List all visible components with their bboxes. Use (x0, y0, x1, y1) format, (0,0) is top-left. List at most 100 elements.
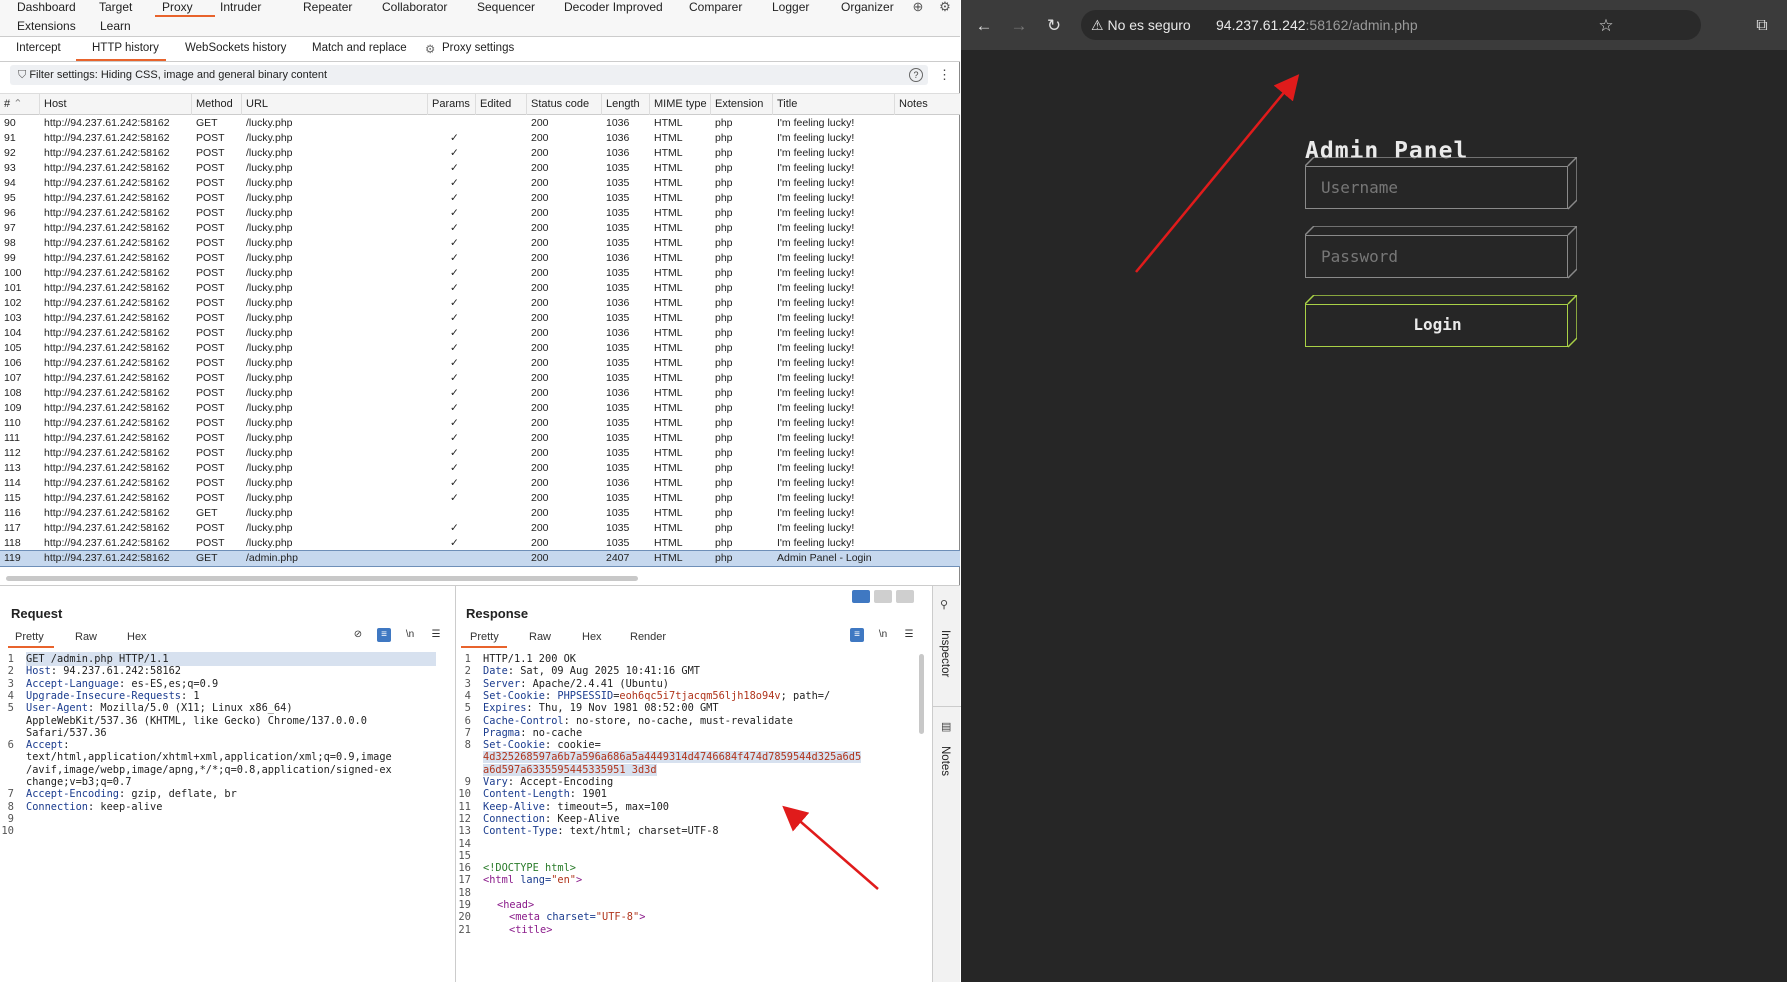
tab-dashboard[interactable]: Dashboard (17, 0, 76, 14)
tab-organizer[interactable]: Organizer (841, 0, 894, 14)
tab-intercept[interactable]: Intercept (16, 42, 61, 54)
table-row[interactable]: 94 http://94.237.61.242:58162 POST/lucky.p… (0, 176, 960, 191)
newline-toggle-icon[interactable]: \n (876, 628, 890, 642)
table-row[interactable]: 90 http://94.237.61.242:58162 GET/lucky.ph… (0, 116, 960, 131)
table-row[interactable]: 109 http://94.237.61.242:58162 POST/lucky.… (0, 401, 960, 416)
col-title[interactable]: Title (773, 94, 895, 115)
table-row[interactable]: 115 http://94.237.61.242:58162 POST/lucky.… (0, 491, 960, 506)
tab-logger[interactable]: Logger (772, 0, 809, 14)
table-row[interactable]: 95 http://94.237.61.242:58162 POST/lucky.p… (0, 191, 960, 206)
response-tab-hex[interactable]: Hex (582, 631, 602, 643)
request-editor[interactable]: 1 GET /admin.php HTTP/1.1 2 Host: 94.237.61… (0, 652, 456, 974)
col-notes[interactable]: Notes (895, 94, 960, 115)
tab-proxy[interactable]: Proxy (162, 0, 193, 14)
gear-icon[interactable]: ⚙ (937, 0, 953, 14)
menu-icon[interactable]: ☰ (902, 628, 916, 642)
tab-target[interactable]: Target (99, 0, 132, 14)
inspector-icon[interactable]: ⚲ (940, 598, 948, 611)
col-url[interactable]: URL (242, 94, 428, 115)
table-row[interactable]: 101 http://94.237.61.242:58162 POST/lucky.… (0, 281, 960, 296)
wrap-lines-icon[interactable]: ≡ (850, 628, 864, 642)
table-row[interactable]: 98 http://94.237.61.242:58162 POST/lucky.p… (0, 236, 960, 251)
table-row[interactable]: 102 http://94.237.61.242:58162 POST/lucky.… (0, 296, 960, 311)
inspector-tab[interactable]: Inspector (939, 630, 951, 677)
table-row[interactable]: 97 http://94.237.61.242:58162 POST/lucky.p… (0, 221, 960, 236)
col-number[interactable]: # ⌃ (0, 94, 40, 115)
response-tab-render[interactable]: Render (630, 631, 666, 643)
tab-collaborator[interactable]: Collaborator (382, 0, 447, 14)
table-row[interactable]: 117 http://94.237.61.242:58162 POST/lucky.… (0, 521, 960, 536)
table-row[interactable]: 93 http://94.237.61.242:58162 POST/lucky.p… (0, 161, 960, 176)
globe-icon[interactable]: ⊕ (910, 0, 926, 14)
response-scrollbar[interactable] (919, 654, 924, 734)
table-row[interactable]: 111 http://94.237.61.242:58162 POST/lucky.… (0, 431, 960, 446)
layout-single-icon[interactable] (896, 590, 914, 603)
request-tab-raw[interactable]: Raw (75, 631, 97, 643)
tab-decoder-improved[interactable]: Decoder Improved (564, 0, 663, 14)
col-params[interactable]: Params (428, 94, 476, 115)
username-field[interactable]: Username (1305, 157, 1577, 210)
tab-sequencer[interactable]: Sequencer (477, 0, 535, 14)
hide-nonprintable-icon[interactable]: ⊘ (351, 628, 365, 642)
notes-icon[interactable]: ▤ (941, 720, 951, 733)
extensions-icon[interactable]: ⧉ (1752, 16, 1772, 36)
tab-extensions[interactable]: Extensions (17, 19, 76, 33)
col-edited[interactable]: Edited (476, 94, 527, 115)
table-row[interactable]: 104 http://94.237.61.242:58162 POST/lucky.… (0, 326, 960, 341)
table-row[interactable]: 107 http://94.237.61.242:58162 POST/lucky.… (0, 371, 960, 386)
table-row[interactable]: 118 http://94.237.61.242:58162 POST/lucky.… (0, 536, 960, 551)
table-row[interactable]: 96 http://94.237.61.242:58162 POST/lucky.p… (0, 206, 960, 221)
layout-stacked-icon[interactable] (874, 590, 892, 603)
col-host[interactable]: Host (40, 94, 192, 115)
horizontal-scrollbar[interactable] (6, 576, 638, 581)
table-row[interactable]: 92 http://94.237.61.242:58162 POST/lucky.p… (0, 146, 960, 161)
table-row[interactable]: 119 http://94.237.61.242:58162 GET/admin.p… (0, 550, 960, 567)
tab-intruder[interactable]: Intruder (220, 0, 261, 14)
table-row[interactable]: 99 http://94.237.61.242:58162 POST/lucky.p… (0, 251, 960, 266)
bookmark-star-icon[interactable]: ☆ (1596, 16, 1616, 36)
forward-icon[interactable]: → (1009, 16, 1029, 36)
tab-http-history[interactable]: HTTP history (92, 42, 159, 54)
table-row[interactable]: 114 http://94.237.61.242:58162 POST/lucky.… (0, 476, 960, 491)
col-status-code[interactable]: Status code (527, 94, 602, 115)
table-row[interactable]: 110 http://94.237.61.242:58162 POST/lucky.… (0, 416, 960, 431)
tab-proxy-settings[interactable]: Proxy settings (442, 42, 514, 54)
tab-comparer[interactable]: Comparer (689, 0, 742, 14)
more-options-icon[interactable]: ⋮ (938, 67, 951, 83)
wrap-lines-icon[interactable]: ≡ (377, 628, 391, 642)
table-row[interactable]: 100 http://94.237.61.242:58162 POST/lucky.… (0, 266, 960, 281)
security-warning[interactable]: ⚠ No es seguro (1091, 17, 1191, 34)
table-row[interactable]: 116 http://94.237.61.242:58162 GET/lucky.p… (0, 506, 960, 521)
response-tab-pretty[interactable]: Pretty (470, 631, 499, 643)
col-method[interactable]: Method (192, 94, 242, 115)
url-text[interactable]: 94.237.61.242:58162/admin.php (1216, 17, 1418, 33)
col-extension[interactable]: Extension (711, 94, 773, 115)
login-button[interactable]: Login (1305, 295, 1577, 348)
table-row[interactable]: 91 http://94.237.61.242:58162 POST/lucky.p… (0, 131, 960, 146)
menu-icon[interactable]: ☰ (429, 628, 443, 642)
password-field[interactable]: Password (1305, 226, 1577, 279)
table-row[interactable]: 108 http://94.237.61.242:58162 POST/lucky.… (0, 386, 960, 401)
table-row[interactable]: 112 http://94.237.61.242:58162 POST/lucky.… (0, 446, 960, 461)
request-tab-hex[interactable]: Hex (127, 631, 147, 643)
response-tab-raw[interactable]: Raw (529, 631, 551, 643)
table-row[interactable]: 106 http://94.237.61.242:58162 POST/lucky.… (0, 356, 960, 371)
notes-tab[interactable]: Notes (939, 746, 951, 776)
tab-learn[interactable]: Learn (100, 19, 131, 33)
response-editor[interactable]: 1 HTTP/1.1 200 OK 2 Date: Sat, 09 Aug 2025 … (457, 652, 925, 974)
help-icon[interactable]: ? (909, 68, 923, 82)
request-tab-pretty[interactable]: Pretty (15, 631, 44, 643)
reload-icon[interactable]: ↻ (1044, 16, 1064, 36)
table-row[interactable]: 105 http://94.237.61.242:58162 POST/lucky.… (0, 341, 960, 356)
filter-settings-bar[interactable]: ⛉ Filter settings: Hiding CSS, image and… (10, 65, 928, 85)
col-length[interactable]: Length (602, 94, 650, 115)
tab-websockets-history[interactable]: WebSockets history (185, 42, 286, 54)
table-row[interactable]: 113 http://94.237.61.242:58162 POST/lucky.… (0, 461, 960, 476)
tab-repeater[interactable]: Repeater (303, 0, 352, 14)
back-icon[interactable]: ← (974, 16, 994, 36)
newline-toggle-icon[interactable]: \n (403, 628, 417, 642)
table-row[interactable]: 103 http://94.237.61.242:58162 POST/lucky.… (0, 311, 960, 326)
layout-side-by-side-icon[interactable] (852, 590, 870, 603)
tab-match-and-replace[interactable]: Match and replace (312, 42, 407, 54)
col-mime-type[interactable]: MIME type (650, 94, 711, 115)
